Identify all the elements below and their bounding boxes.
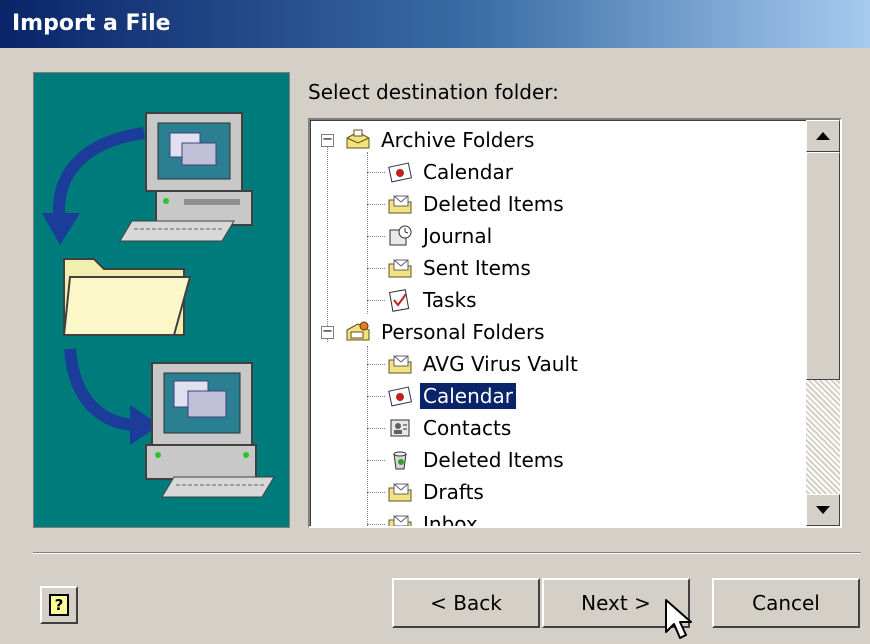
scroll-up-arrow-icon <box>816 132 830 140</box>
mail-folder-icon <box>388 195 412 214</box>
tree-node-avg-virus-vault[interactable]: AVG Virus Vault <box>386 349 581 379</box>
tree-node-label: Personal Folders <box>381 320 545 344</box>
arrow-right-icon <box>64 348 160 445</box>
help-icon: ? <box>49 594 69 616</box>
calendar-icon <box>388 386 413 407</box>
computer-icon <box>145 362 275 498</box>
scroll-down-arrow-icon <box>816 506 830 514</box>
journal-icon <box>389 225 412 246</box>
tree-node-archive-deleted-items[interactable]: Deleted Items <box>386 189 567 219</box>
tree-node-label: Journal <box>423 224 493 248</box>
folder-icon <box>62 258 192 336</box>
mouse-cursor-icon <box>665 599 692 639</box>
tree-node-label: Inbox <box>423 512 478 526</box>
mail-folder-icon <box>388 259 412 278</box>
tree-node-label: Calendar <box>419 382 517 410</box>
import-illustration-icon <box>42 112 275 498</box>
tasks-icon <box>388 289 410 312</box>
tree-node-inbox[interactable]: Inbox <box>386 509 481 526</box>
help-button[interactable]: ? <box>40 586 78 624</box>
back-button[interactable]: < Back <box>392 578 540 628</box>
destination-folder-label: Select destination folder: <box>308 80 559 104</box>
tree-node-archive-journal[interactable]: Journal <box>386 221 495 251</box>
tree-node-archive-folders[interactable]: Archive Folders <box>344 125 537 155</box>
tree-node-personal-deleted-items[interactable]: Deleted Items <box>386 445 567 475</box>
tree-node-personal-folders[interactable]: Personal Folders <box>344 317 548 347</box>
tree-node-personal-calendar[interactable]: Calendar <box>386 381 517 411</box>
tree-node-label: Sent Items <box>423 256 531 280</box>
tree-node-archive-tasks[interactable]: Tasks <box>386 285 480 315</box>
tree-node-label: Tasks <box>423 288 477 312</box>
deleted-items-icon <box>393 451 407 470</box>
window-title-bar[interactable]: Import a File <box>0 0 870 48</box>
button-separator <box>33 552 861 554</box>
scroll-thumb[interactable] <box>806 152 840 380</box>
calendar-icon <box>388 162 413 183</box>
tree-node-label: Contacts <box>423 416 512 440</box>
tree-node-label: AVG Virus Vault <box>423 352 578 376</box>
tree-node-archive-sent-items[interactable]: Sent Items <box>386 253 534 283</box>
tree-node-label: Deleted Items <box>423 448 564 472</box>
tree-node-contacts[interactable]: Contacts <box>386 413 514 443</box>
tree-node-label: Calendar <box>423 160 513 184</box>
contacts-icon <box>390 419 410 437</box>
tree-node-label: Drafts <box>423 480 484 504</box>
tree-node-archive-calendar[interactable]: Calendar <box>386 157 516 187</box>
tree-node-label: Deleted Items <box>423 192 564 216</box>
tree-node-drafts[interactable]: Drafts <box>386 477 487 507</box>
window-title: Import a File <box>12 11 171 36</box>
mail-folder-icon <box>388 355 412 374</box>
tree-vertical-scrollbar[interactable] <box>806 120 840 526</box>
mail-folder-icon <box>388 515 412 526</box>
tree-node-label: Archive Folders <box>381 128 535 152</box>
archive-folders-expander[interactable]: − <box>321 133 334 147</box>
folder-tree[interactable]: − Archive Folders Calendar Deleted Items <box>308 118 842 528</box>
mail-folder-icon <box>388 483 412 502</box>
archive-folders-icon <box>346 129 370 149</box>
wizard-illustration <box>33 72 290 528</box>
scroll-up-button[interactable] <box>806 120 840 152</box>
personal-folders-icon <box>346 321 370 341</box>
scroll-down-button[interactable] <box>806 494 840 526</box>
personal-folders-expander[interactable]: − <box>321 325 334 339</box>
cancel-button[interactable]: Cancel <box>712 578 860 628</box>
